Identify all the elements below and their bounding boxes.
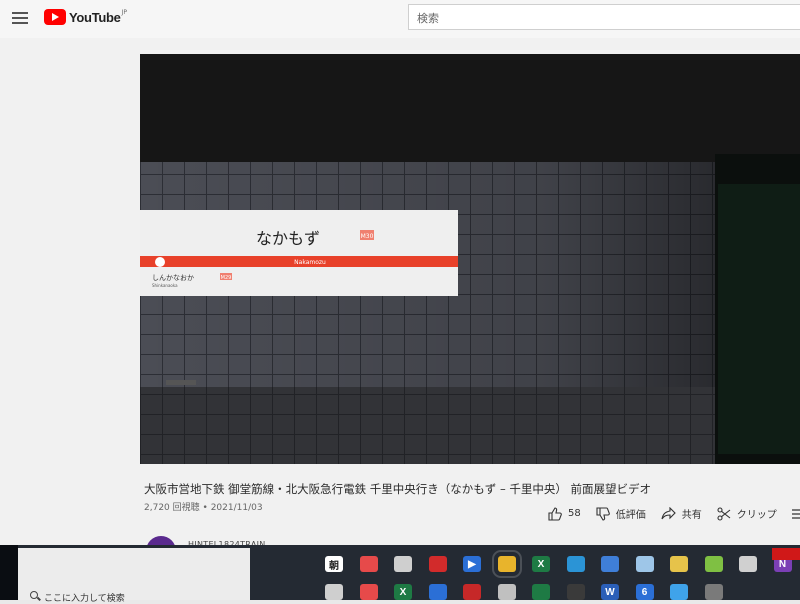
dislike-label: 低評価 [615,510,646,521]
cmd-icon[interactable] [566,584,585,600]
mail-icon[interactable] [428,584,447,600]
search-input[interactable] [409,5,789,31]
word-icon[interactable]: W [601,584,619,600]
twitter-icon[interactable] [670,584,688,600]
more-actions-button[interactable] [791,508,800,519]
prev-station-code: M29 [221,275,232,281]
taskbar-search[interactable]: ここに入力して検索 [18,548,250,604]
like-count: 58 [568,508,581,519]
notification-badge [772,548,800,560]
globe-icon[interactable] [739,556,757,572]
tool2-icon[interactable] [359,584,378,600]
excel2-icon-label: X [399,586,407,598]
scissors-icon [717,506,731,521]
search-icon [30,591,38,599]
media-player-icon-label: ▶ [468,558,476,570]
calendar-icon[interactable]: 朝 [325,556,343,572]
upload-date: 2021/11/03 [210,503,263,513]
action-bar: 58 低評価 共有 クリップ [548,506,800,521]
video-meta: 2,720 回視聴 • 2021/11/03 [144,500,263,513]
excel-icon-label: X [537,558,545,570]
calendar-icon-label: 朝 [329,560,339,572]
excel3-icon[interactable] [532,584,550,600]
share-label: 共有 [681,510,702,521]
tag-icon[interactable] [704,556,723,572]
excel2-icon[interactable]: X [394,584,412,600]
chrome-icon[interactable] [491,550,522,578]
hamburger-menu-icon[interactable] [12,12,28,24]
logo-region: JP [121,8,127,16]
calendar2-icon-label: 6 [641,586,648,598]
paint-icon[interactable] [635,556,654,572]
video-player[interactable]: なかもず M30 Nakamozu しんかなおか M29 Shinkanaoka [140,54,800,464]
view-count: 2,720 回視聴 [144,503,200,513]
clip-label: クリップ [736,510,777,521]
photo-icon[interactable] [497,584,516,600]
calendar2-icon[interactable]: 6 [635,584,654,600]
prev-station-name: しんかなおか [152,274,194,282]
tool-icon[interactable] [359,556,378,572]
screen-edge [0,545,18,600]
explorer-icon[interactable] [704,584,723,600]
logo-text: YouTube [69,9,121,25]
station-name: なかもず [256,229,320,248]
news-icon[interactable] [325,584,343,600]
share-button[interactable]: 共有 [661,506,702,521]
store-icon[interactable] [601,556,619,572]
meta-separator: • [202,503,208,513]
thumbs-down-icon [596,506,610,521]
folder-icon[interactable] [670,556,688,572]
station-romaji: Nakamozu [294,259,326,266]
search-box[interactable] [408,4,800,31]
clip-button[interactable]: クリップ [717,506,777,521]
dislike-button[interactable]: 低評価 [596,506,646,521]
youtube-play-icon [44,9,66,25]
video-title: 大阪市営地下鉄 御堂筋線・北大阪急行電鉄 千里中央行き（なかもず – 千里中央）… [144,482,652,496]
taskbar-search-text: ここに入力して検索 [44,594,125,604]
thumbs-up-icon [548,506,562,521]
prev-station-romaji: Shinkanaoka [152,283,178,288]
top-bar: YouTube JP [0,0,800,38]
station-sign: なかもず M30 Nakamozu しんかなおか M29 Shinkanaoka [140,210,458,296]
more-icon [791,508,800,519]
printer-icon[interactable] [394,556,412,572]
word-icon-label: W [605,586,615,598]
youtube-logo[interactable]: YouTube JP [44,9,127,25]
red-app-icon[interactable] [428,556,447,572]
acrobat-icon[interactable] [463,584,481,600]
station-code: M30 [361,233,374,240]
edge-icon[interactable] [566,556,585,572]
excel-icon[interactable]: X [532,556,550,572]
like-button[interactable]: 58 [548,506,581,521]
media-player-icon[interactable]: ▶ [463,556,481,572]
share-icon [661,507,676,520]
